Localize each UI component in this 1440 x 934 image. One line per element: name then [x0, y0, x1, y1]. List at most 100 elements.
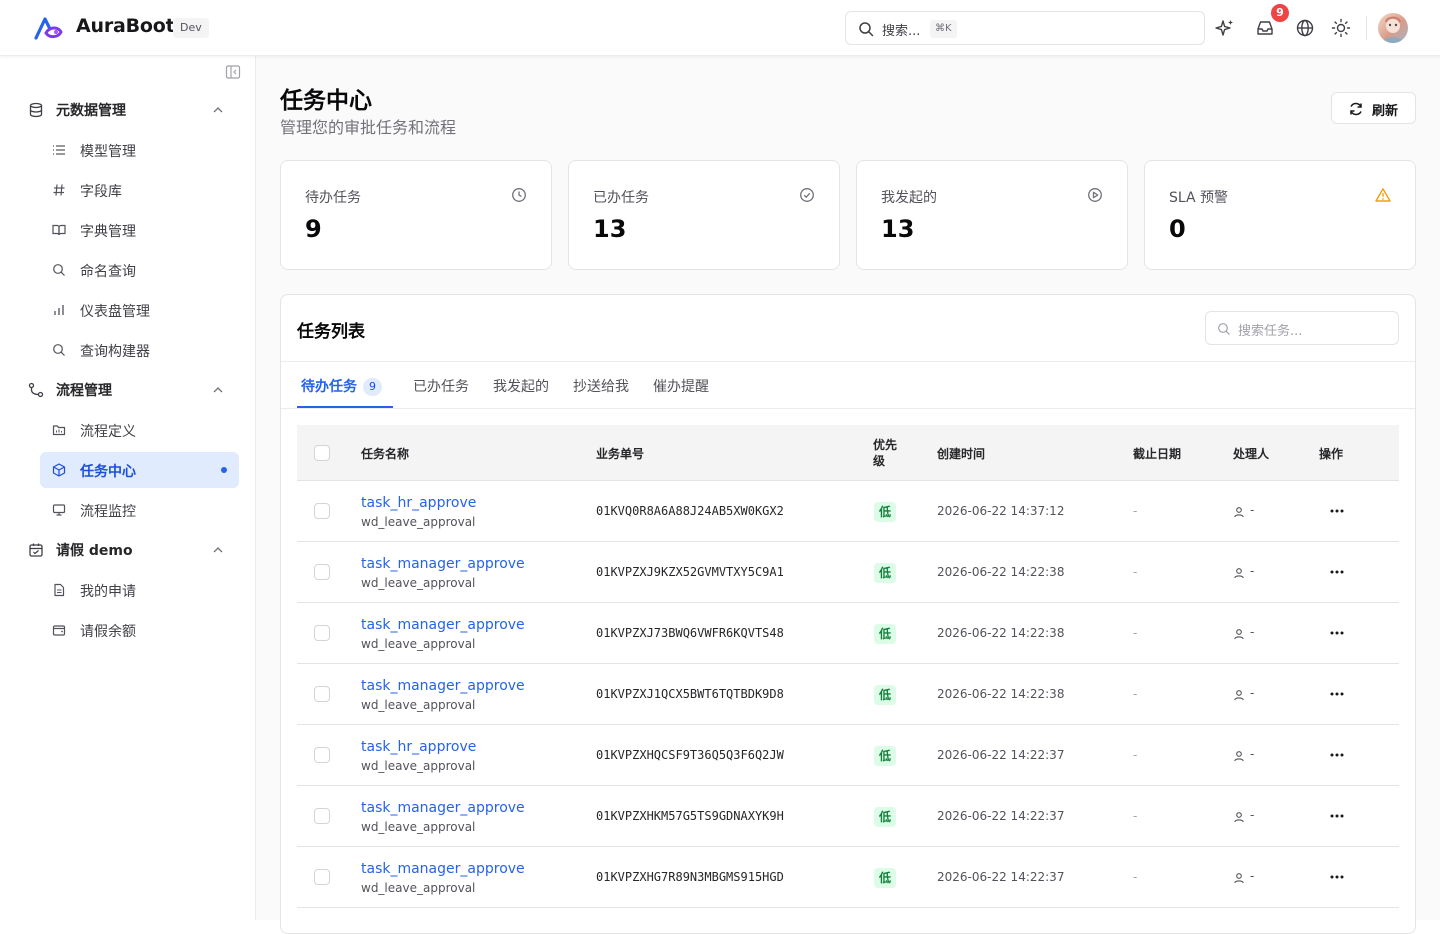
sidebar-item-leave-balance[interactable]: 请假余额	[40, 612, 239, 648]
more-actions-icon[interactable]	[1330, 692, 1344, 696]
table-row[interactable]: task_manager_approve wd_leave_approval 0…	[297, 542, 1399, 603]
more-actions-icon[interactable]	[1330, 509, 1344, 513]
task-table: 任务名称 业务单号 优先级 创建时间 截止日期 处理人 操作 task_hr_a…	[297, 425, 1399, 908]
row-checkbox[interactable]	[314, 747, 330, 763]
sidebar-group-workflow[interactable]: 流程管理	[28, 380, 228, 400]
sidebar-group-metadata[interactable]: 元数据管理	[28, 100, 228, 120]
sidebar-item-process-definition[interactable]: 流程定义	[40, 412, 239, 448]
more-actions-icon[interactable]	[1330, 570, 1344, 574]
stat-card-initiated[interactable]: 我发起的 13	[856, 160, 1128, 270]
row-checkbox[interactable]	[314, 686, 330, 702]
sidebar-item-query-builder[interactable]: 查询构建器	[40, 332, 239, 368]
stat-label: 待办任务	[305, 190, 361, 206]
task-search-input[interactable]: 搜索任务...	[1205, 311, 1399, 345]
more-actions-icon[interactable]	[1330, 875, 1344, 879]
chevron-up-icon[interactable]	[212, 104, 224, 116]
priority-badge: 低	[874, 685, 897, 705]
table-row[interactable]: task_manager_approve wd_leave_approval 0…	[297, 786, 1399, 847]
user-avatar[interactable]	[1378, 13, 1408, 43]
task-name-link[interactable]: task_manager_approve	[361, 861, 525, 877]
priority-badge: 低	[874, 502, 897, 522]
column-header-name[interactable]: 任务名称	[361, 445, 409, 462]
column-header-deadline[interactable]: 截止日期	[1133, 445, 1181, 462]
task-process-key: wd_leave_approval	[361, 759, 476, 773]
collapse-sidebar-icon[interactable]	[225, 64, 241, 80]
assignee: -	[1250, 686, 1255, 700]
select-all-checkbox[interactable]	[314, 445, 330, 461]
sidebar-item-task-center[interactable]: 任务中心	[40, 452, 239, 488]
column-header-business-no[interactable]: 业务单号	[596, 445, 644, 462]
tab-initiated[interactable]: 我发起的	[493, 362, 549, 408]
deadline: -	[1133, 687, 1138, 701]
sidebar-item-label: 命名查询	[80, 264, 136, 280]
task-name-link[interactable]: task_manager_approve	[361, 800, 525, 816]
sidebar-item-model-management[interactable]: 模型管理	[40, 132, 239, 168]
user-icon	[1234, 812, 1244, 823]
task-name-link[interactable]: task_manager_approve	[361, 617, 525, 633]
row-checkbox[interactable]	[314, 503, 330, 519]
table-row[interactable]: task_hr_approve wd_leave_approval 01KVQ0…	[297, 481, 1399, 542]
sidebar-item-dashboard-management[interactable]: 仪表盘管理	[40, 292, 239, 328]
column-header-priority[interactable]: 优先级	[873, 437, 901, 469]
assignee: -	[1250, 503, 1255, 517]
refresh-button[interactable]: 刷新	[1331, 92, 1416, 124]
sidebar-item-named-query[interactable]: 命名查询	[40, 252, 239, 288]
more-actions-icon[interactable]	[1330, 753, 1344, 757]
main-content: 任务中心 管理您的审批任务和流程 刷新 待办任务 9 已办任务 13 我发起的 …	[256, 56, 1440, 934]
stat-card-pending[interactable]: 待办任务 9	[280, 160, 552, 270]
tab-cc[interactable]: 抄送给我	[573, 362, 629, 408]
tab-label: 抄送给我	[573, 379, 629, 395]
chevron-up-icon[interactable]	[212, 544, 224, 556]
stat-card-completed[interactable]: 已办任务 13	[568, 160, 840, 270]
sidebar-item-my-requests[interactable]: 我的申请	[40, 572, 239, 608]
deadline: -	[1133, 504, 1138, 518]
business-number: 01KVPZXHG7R89N3MBGMS915HGD	[596, 870, 784, 884]
clock-icon	[512, 188, 526, 202]
row-checkbox[interactable]	[314, 869, 330, 885]
table-row[interactable]: task_manager_approve wd_leave_approval 0…	[297, 603, 1399, 664]
tab-reminders[interactable]: 催办提醒	[653, 362, 709, 408]
task-name-link[interactable]: task_manager_approve	[361, 678, 525, 694]
user-icon	[1234, 751, 1244, 762]
task-name-link[interactable]: task_hr_approve	[361, 495, 476, 511]
tab-label: 已办任务	[413, 379, 469, 395]
table-row[interactable]: task_manager_approve wd_leave_approval 0…	[297, 664, 1399, 725]
language-button[interactable]	[1294, 17, 1316, 39]
stat-card-sla-warning[interactable]: SLA 预警 0	[1144, 160, 1416, 270]
stat-value: 9	[305, 215, 322, 243]
task-process-key: wd_leave_approval	[361, 637, 476, 651]
row-checkbox[interactable]	[314, 625, 330, 641]
column-header-created[interactable]: 创建时间	[937, 445, 985, 462]
theme-toggle-button[interactable]	[1330, 17, 1352, 39]
auraboot-logo-icon[interactable]	[34, 16, 64, 40]
more-actions-icon[interactable]	[1330, 814, 1344, 818]
task-name-link[interactable]: task_hr_approve	[361, 739, 476, 755]
tab-label: 待办任务	[301, 379, 357, 395]
check-circle-icon	[800, 188, 814, 202]
row-checkbox[interactable]	[314, 808, 330, 824]
more-actions-icon[interactable]	[1330, 631, 1344, 635]
sidebar-item-dictionary[interactable]: 字典管理	[40, 212, 239, 248]
tab-count-badge: 9	[363, 378, 382, 396]
row-checkbox[interactable]	[314, 564, 330, 580]
sidebar-item-field-library[interactable]: 字段库	[40, 172, 239, 208]
priority-badge: 低	[874, 563, 897, 583]
task-process-key: wd_leave_approval	[361, 698, 476, 712]
sidebar-group-leave-demo[interactable]: 请假 demo	[28, 540, 228, 560]
sidebar-item-process-monitor[interactable]: 流程监控	[40, 492, 239, 528]
business-number: 01KVPZXJ9KZX52GVMVTXY5C9A1	[596, 565, 784, 579]
global-search[interactable]: 搜索... ⌘K	[845, 11, 1205, 45]
user-icon	[1234, 873, 1244, 884]
book-icon	[52, 224, 66, 236]
tab-pending[interactable]: 待办任务 9	[297, 362, 393, 408]
task-name-link[interactable]: task_manager_approve	[361, 556, 525, 572]
ai-sparkle-button[interactable]	[1214, 17, 1236, 39]
table-row[interactable]: task_hr_approve wd_leave_approval 01KVPZ…	[297, 725, 1399, 786]
notifications-button[interactable]	[1254, 17, 1276, 39]
deadline: -	[1133, 748, 1138, 762]
chevron-up-icon[interactable]	[212, 384, 224, 396]
brand-name[interactable]: AuraBoot	[76, 15, 175, 37]
business-number: 01KVPZXHKM57G5TS9GDNAXYK9H	[596, 809, 784, 823]
tab-completed[interactable]: 已办任务	[413, 362, 469, 408]
table-row[interactable]: task_manager_approve wd_leave_approval 0…	[297, 847, 1399, 908]
